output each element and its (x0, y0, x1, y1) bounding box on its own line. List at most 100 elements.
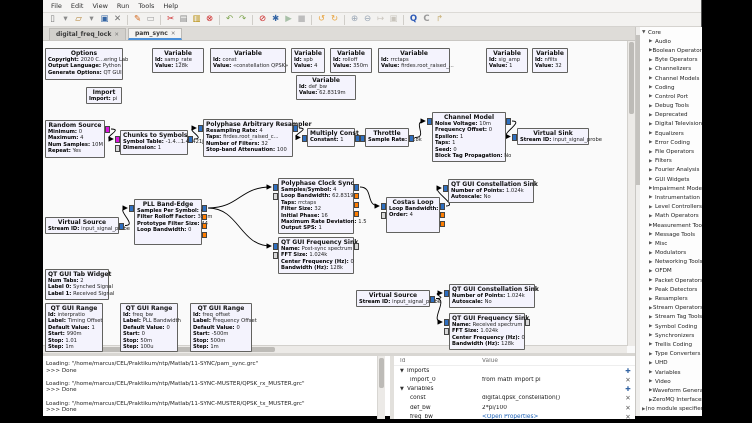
inspector-row-import_0[interactable]: import_0from math import pi✕ (394, 375, 635, 384)
output-port-complex[interactable] (430, 296, 435, 303)
zoom-original-icon[interactable]: ↦ (374, 14, 387, 26)
tree-category-measurement-tools[interactable]: ▶Measurement Tools (640, 221, 702, 230)
remove-icon[interactable]: ✕ (621, 404, 635, 412)
output-port-complex[interactable] (188, 136, 193, 143)
output-port-msg[interactable] (354, 243, 359, 250)
canvas-vertical-scrollbar[interactable] (627, 41, 635, 346)
canvas-size-icon[interactable]: ▭ (144, 14, 157, 26)
tree-category-uhd[interactable]: ▶UHD (640, 359, 702, 368)
tab-digital_freq_lock[interactable]: digital_freq_lock✕ (49, 28, 126, 40)
open-file-icon[interactable]: ▱ (72, 14, 85, 26)
add-icon[interactable]: ✚ (621, 367, 635, 375)
copy-icon[interactable]: ▤ (177, 14, 190, 26)
block-channel_model[interactable]: Channel ModelNoise Voltage: 10mFrequency… (432, 112, 506, 162)
tree-category-error-coding[interactable]: ▶Error Coding (640, 138, 702, 147)
flowgraph-canvas[interactable]: OptionsCopyright: 2020 C...ering LabOutp… (43, 40, 635, 353)
tree-category-trellis-coding[interactable]: ▶Trellis Coding (640, 340, 702, 349)
input-port-complex[interactable] (129, 205, 134, 212)
input-port-complex[interactable] (302, 135, 307, 142)
inspector-row-const[interactable]: constdigital.qpsk_constellation()✕ (394, 394, 635, 403)
output-port-complex[interactable] (202, 205, 207, 212)
block-pll_band_edge[interactable]: PLL Band-EdgeSamples Per Symbol: 4Filter… (134, 199, 202, 245)
redo-icon[interactable]: ↷ (236, 14, 249, 26)
block-range_freq_bw[interactable]: QT GUI RangeId: freq_bwLabel: PLL Bandwi… (120, 303, 178, 352)
remove-icon[interactable]: ✕ (621, 413, 635, 421)
snap-to-grid-icon[interactable]: ▣ (387, 14, 400, 26)
block-range_interpratio[interactable]: QT GUI RangeId: interpratioLabel: Timing… (45, 303, 103, 352)
tree-category-file-operators[interactable]: ▶File Operators (640, 147, 702, 156)
tree-category-no-module[interactable]: ▶(no module specified) (640, 405, 702, 414)
output-port-float[interactable] (354, 211, 359, 217)
block-var_rolloff[interactable]: VariableId: rolloffValue: 350m (330, 48, 372, 73)
tree-category-peak-detectors[interactable]: ▶Peak Detectors (640, 285, 702, 294)
new-file-dropdown-icon[interactable]: ▾ (59, 14, 72, 26)
output-port-byte[interactable] (105, 126, 110, 133)
cut-icon[interactable]: ✂ (164, 14, 177, 26)
tree-category-core[interactable]: ▼Core (640, 28, 702, 37)
tree-category-symbol-coding[interactable]: ▶Symbol Coding (640, 322, 702, 331)
reload-blocks-icon[interactable]: C (420, 14, 433, 26)
input-port-byte[interactable] (115, 136, 120, 143)
console-scrollbar[interactable] (377, 356, 385, 419)
tree-category-instrumentation[interactable]: ▶Instrumentation (640, 193, 702, 202)
tree-category-channelizers[interactable]: ▶Channelizers (640, 65, 702, 74)
input-port-complex[interactable] (381, 203, 386, 210)
new-file-icon[interactable]: ▯ (46, 14, 59, 26)
output-port-complex[interactable] (506, 118, 511, 125)
tree-category-video[interactable]: ▶Video (640, 377, 702, 386)
save-icon[interactable]: ▣ (98, 14, 111, 26)
tree-category-ofdm[interactable]: ▶OFDM (640, 267, 702, 276)
tree-category-message-tools[interactable]: ▶Message Tools (640, 230, 702, 239)
open-file-dropdown-icon[interactable]: ▾ (85, 14, 98, 26)
tab-close-icon[interactable]: ✕ (114, 32, 119, 38)
tree-category-modulators[interactable]: ▶Modulators (640, 249, 702, 258)
tree-category-zeromq-interfaces[interactable]: ▶ZeroMQ Interfaces (640, 396, 702, 405)
input-port-msg[interactable] (273, 193, 278, 200)
block-pfb_resampler[interactable]: Polyphase Arbitrary ResamplerResampling … (203, 119, 293, 157)
input-port-complex[interactable] (360, 135, 365, 142)
input-port-complex[interactable] (443, 185, 448, 192)
tree-category-misc[interactable]: ▶Misc (640, 239, 702, 248)
add-icon[interactable]: ✚ (621, 385, 635, 393)
tree-category-fourier-analysis[interactable]: ▶Fourier Analysis (640, 166, 702, 175)
remove-icon[interactable]: ✕ (621, 376, 635, 384)
tree-category-impairment-models[interactable]: ▶Impairment Models (640, 184, 702, 193)
inspector-row-Imports[interactable]: ▼Imports✚ (394, 366, 635, 375)
block-costas_loop[interactable]: Costas LoopLoop Bandwidth: 0Order: 4 (386, 197, 440, 233)
tree-category-math-operators[interactable]: ▶Math Operators (640, 212, 702, 221)
tree-category-filters[interactable]: ▶Filters (640, 157, 702, 166)
tree-category-audio[interactable]: ▶Audio (640, 37, 702, 46)
close-tab-icon[interactable]: ✕ (111, 14, 124, 26)
output-port-float[interactable] (440, 221, 445, 227)
menu-item-run[interactable]: Run (113, 1, 133, 11)
tree-category-byte-operators[interactable]: ▶Byte Operators (640, 56, 702, 65)
open-properties-link[interactable]: <Open Properties> (482, 414, 621, 420)
block-freq_sink_post[interactable]: QT GUI Frequency SinkName: Post-sync spe… (278, 237, 354, 274)
block-import_pi[interactable]: ImportImport: pi (86, 87, 122, 104)
output-port-float[interactable] (354, 202, 359, 208)
block-var_spb[interactable]: VariableId: spbValue: 4 (291, 48, 325, 73)
block-range_freq_offset[interactable]: QT GUI RangeId: freq_offsetLabel: Freque… (190, 303, 252, 352)
delete-icon[interactable]: ⊗ (203, 14, 216, 26)
output-port-float[interactable] (354, 193, 359, 199)
tree-category-level-controllers[interactable]: ▶Level Controllers (640, 203, 702, 212)
tree-category-channel-models[interactable]: ▶Channel Models (640, 74, 702, 83)
inspector-row-def_bw[interactable]: def_bw2*pi/100✕ (394, 403, 635, 412)
tree-category-packet-operators[interactable]: ▶Packet Operators (640, 276, 702, 285)
block-var_nfilts[interactable]: VariableId: nfiltsValue: 32 (532, 48, 568, 73)
block-var_samp_rate[interactable]: VariableId: samp_rateValue: 128k (152, 48, 204, 73)
output-port-float[interactable] (202, 223, 207, 229)
input-port-msg[interactable] (444, 328, 449, 335)
input-port-complex[interactable] (427, 118, 432, 125)
remove-icon[interactable]: ✕ (621, 394, 635, 402)
errors-icon[interactable]: ⊘ (256, 14, 269, 26)
kill-flowgraph-icon[interactable]: ■ (295, 14, 308, 26)
generate-flowgraph-icon[interactable]: ✱ (269, 14, 282, 26)
zoom-in-icon[interactable]: ⊕ (348, 14, 361, 26)
block-var_const[interactable]: VariableId: constValue: «constellation Q… (210, 48, 286, 73)
rotate-cw-icon[interactable]: ↻ (328, 14, 341, 26)
input-port-msg[interactable] (273, 252, 278, 259)
block-polyphase_clock_sync[interactable]: Polyphase Clock SyncSamples/Symbol: 4Loo… (278, 178, 354, 234)
block-random_source[interactable]: Random SourceMinimum: 0Maximum: 4Num Sam… (45, 120, 105, 158)
paste-icon[interactable]: ▥ (190, 14, 203, 26)
